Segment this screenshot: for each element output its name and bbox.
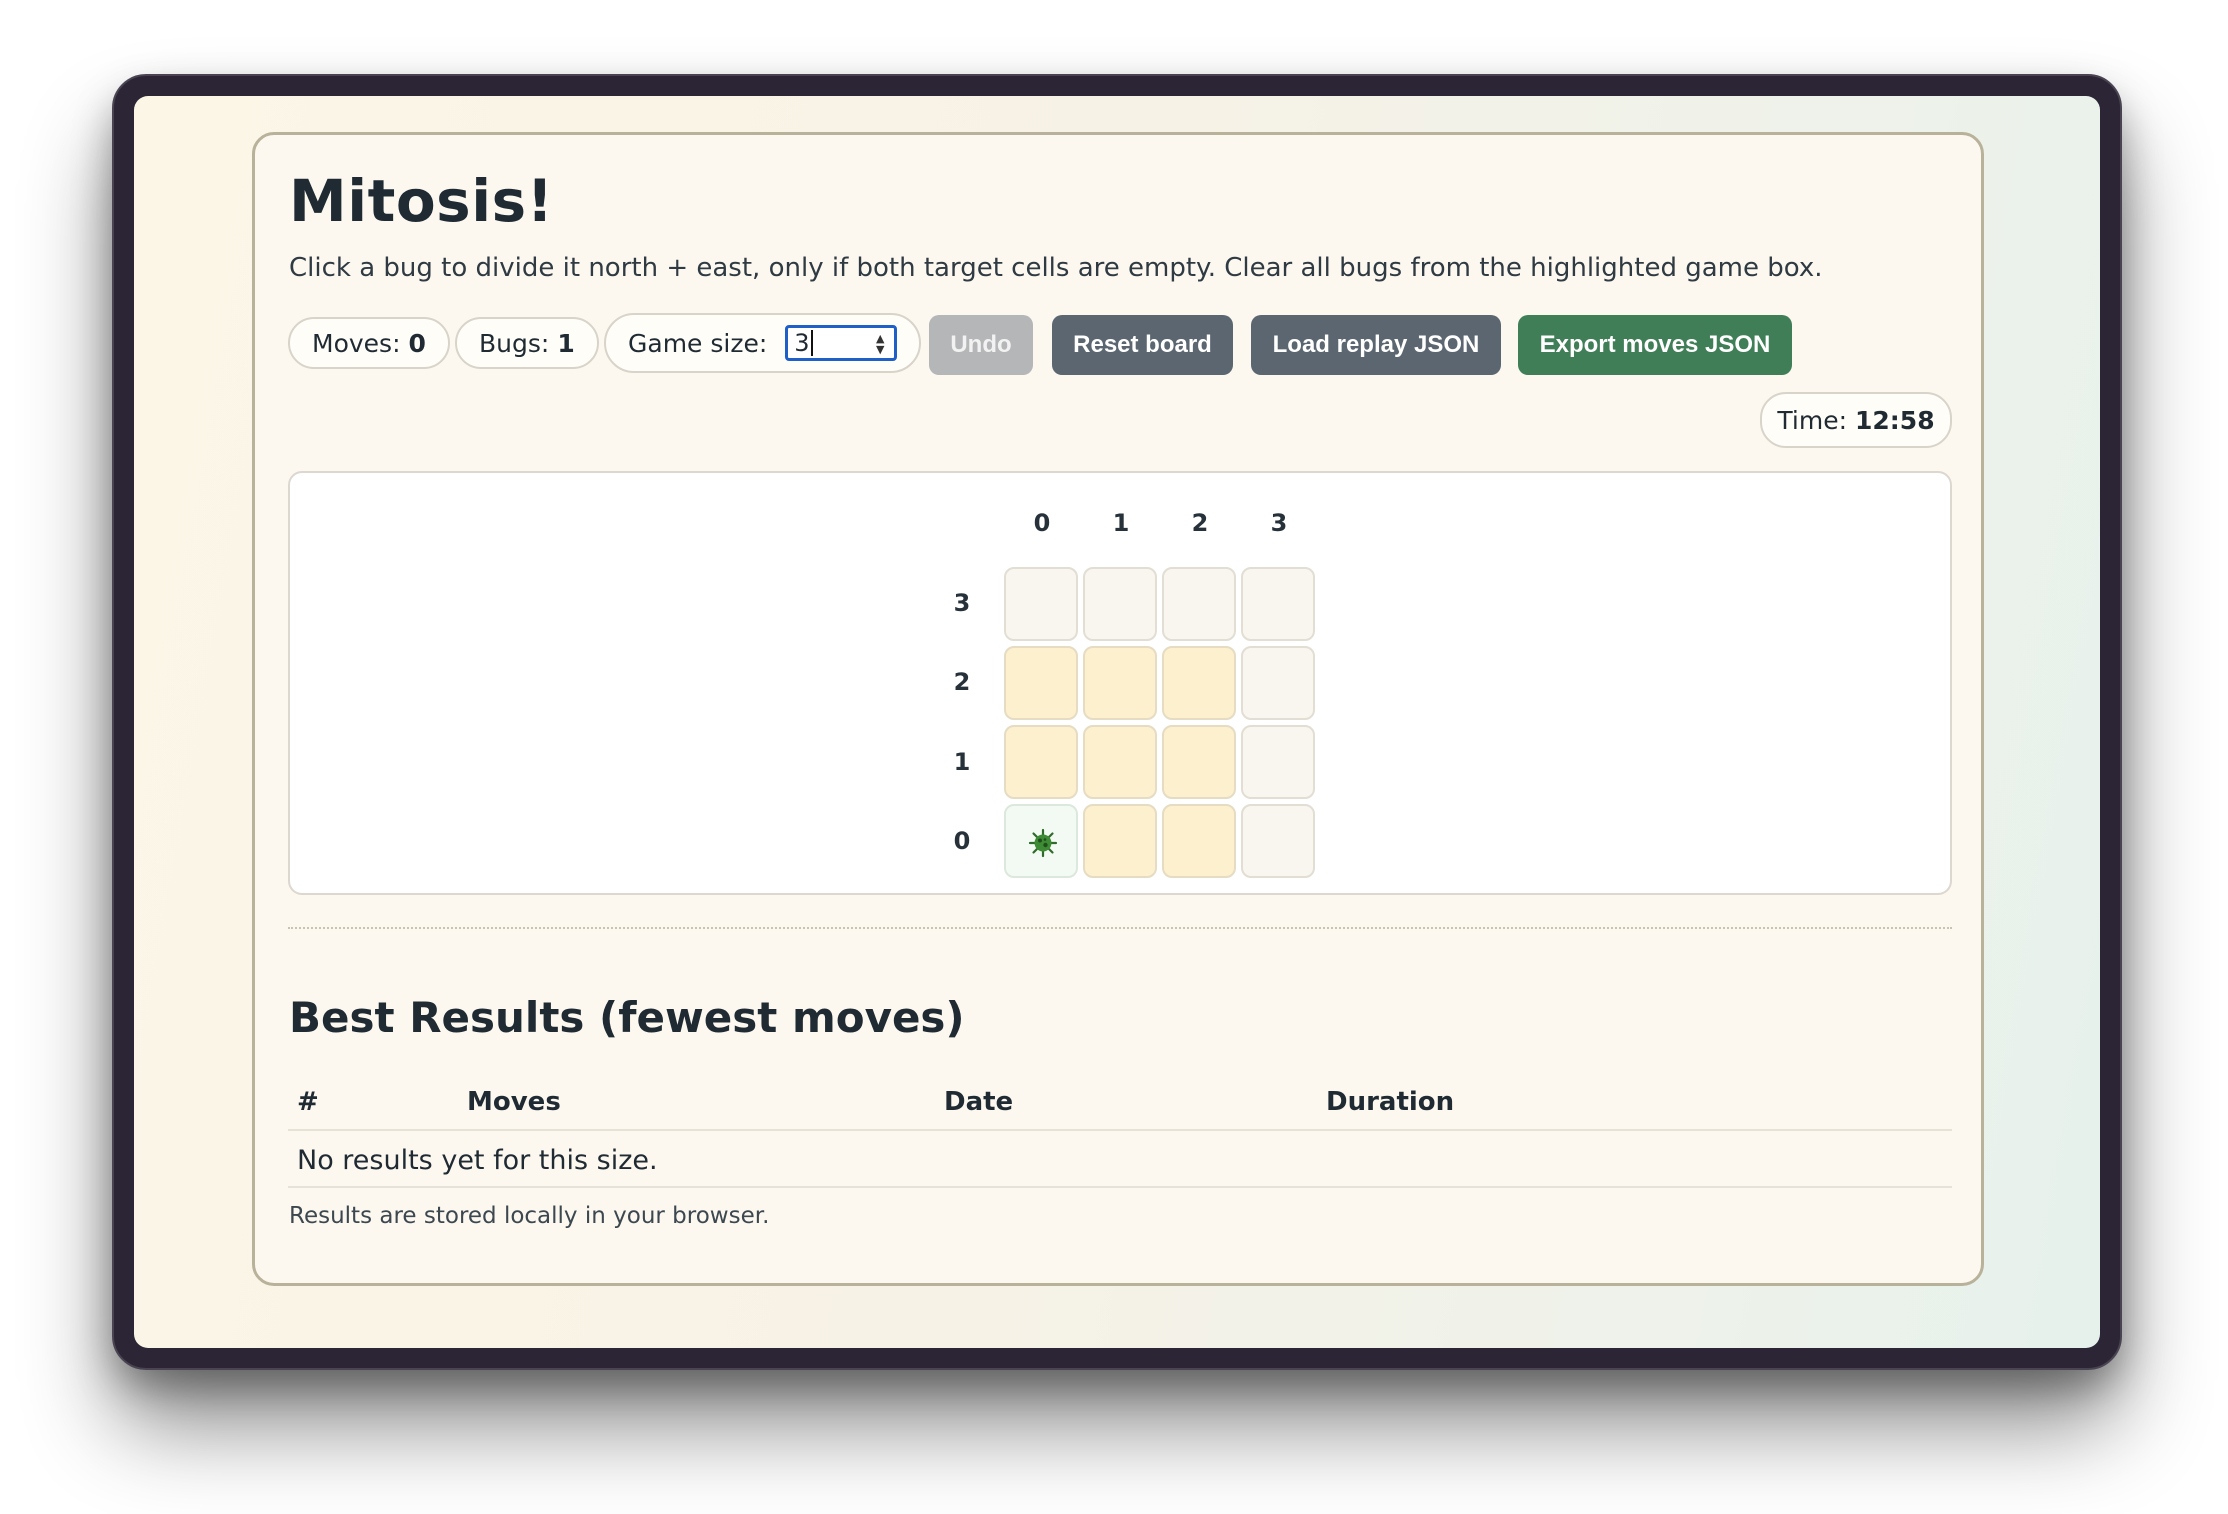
bugs-value: 1: [557, 328, 575, 358]
results-empty-message: No results yet for this size.: [297, 1145, 658, 1176]
screen: Mitosis! Click a bug to divide it north …: [134, 96, 2100, 1348]
row-label: 3: [953, 589, 971, 617]
board-cell-highlighted[interactable]: [1162, 725, 1236, 799]
results-column-header: Date: [944, 1087, 1014, 1117]
column-label: 2: [1191, 509, 1209, 537]
device-frame: Mitosis! Click a bug to divide it north …: [112, 74, 2122, 1370]
row-label: 1: [953, 748, 971, 776]
board-cell-highlighted[interactable]: [1004, 646, 1078, 720]
page-title: Mitosis!: [289, 167, 554, 235]
board-cell-highlighted[interactable]: [1083, 725, 1157, 799]
board-cell[interactable]: [1162, 567, 1236, 641]
background: [0, 0, 102, 1514]
moves-label: Moves:: [312, 328, 401, 358]
board-cell-highlighted[interactable]: [1083, 646, 1157, 720]
game-card: Mitosis! Click a bug to divide it north …: [252, 132, 1984, 1286]
export-moves-button[interactable]: Export moves JSON: [1518, 315, 1792, 375]
board-cell-highlighted[interactable]: [1083, 804, 1157, 878]
bugs-label: Bugs:: [479, 328, 550, 358]
results-heading: Best Results (fewest moves): [289, 993, 965, 1042]
moves-counter: Moves: 0: [288, 317, 450, 369]
board-cell-highlighted[interactable]: [1004, 725, 1078, 799]
game-size-input[interactable]: 3 ▲ ▼: [785, 325, 898, 361]
game-board: 0 1 2 3 3 2 1 0: [288, 471, 1952, 895]
column-label: 0: [1033, 509, 1051, 537]
time-value: 12:58: [1855, 405, 1935, 435]
moves-value: 0: [408, 328, 426, 358]
row-label: 2: [953, 668, 971, 696]
table-divider: [288, 1186, 1952, 1188]
instructions: Click a bug to divide it north + east, o…: [289, 253, 1823, 283]
board-cell[interactable]: [1083, 567, 1157, 641]
board-cell[interactable]: [1241, 646, 1315, 720]
board-cell-highlighted[interactable]: [1162, 804, 1236, 878]
storage-note: Results are stored locally in your brows…: [289, 1203, 770, 1229]
game-size-value: 3: [794, 329, 810, 357]
microbe-icon[interactable]: [1028, 828, 1058, 858]
results-column-header: #: [297, 1087, 319, 1117]
game-size-control: Game size: 3 ▲ ▼: [604, 313, 922, 373]
board-cell[interactable]: [1241, 804, 1315, 878]
board-cell-with-bug[interactable]: [1004, 804, 1078, 878]
board-cell[interactable]: [1004, 567, 1078, 641]
spinner-arrows-icon[interactable]: ▲ ▼: [874, 333, 886, 355]
load-replay-button[interactable]: Load replay JSON: [1251, 315, 1501, 375]
bugs-counter: Bugs: 1: [455, 317, 599, 369]
row-label: 0: [953, 827, 971, 855]
section-divider: [288, 927, 1952, 929]
board-cell-highlighted[interactable]: [1162, 646, 1236, 720]
time-label: Time:: [1777, 405, 1848, 435]
text-caret: [810, 330, 813, 356]
board-cell[interactable]: [1241, 567, 1315, 641]
results-column-header: Duration: [1326, 1087, 1455, 1117]
column-label: 1: [1112, 509, 1130, 537]
results-column-header: Moves: [467, 1087, 561, 1117]
timer: Time: 12:58: [1760, 392, 1952, 448]
column-label: 3: [1270, 509, 1288, 537]
board-cell[interactable]: [1241, 725, 1315, 799]
undo-button[interactable]: Undo: [929, 315, 1033, 375]
table-divider: [288, 1129, 1952, 1131]
reset-board-button[interactable]: Reset board: [1052, 315, 1233, 375]
game-size-label: Game size:: [628, 328, 768, 358]
